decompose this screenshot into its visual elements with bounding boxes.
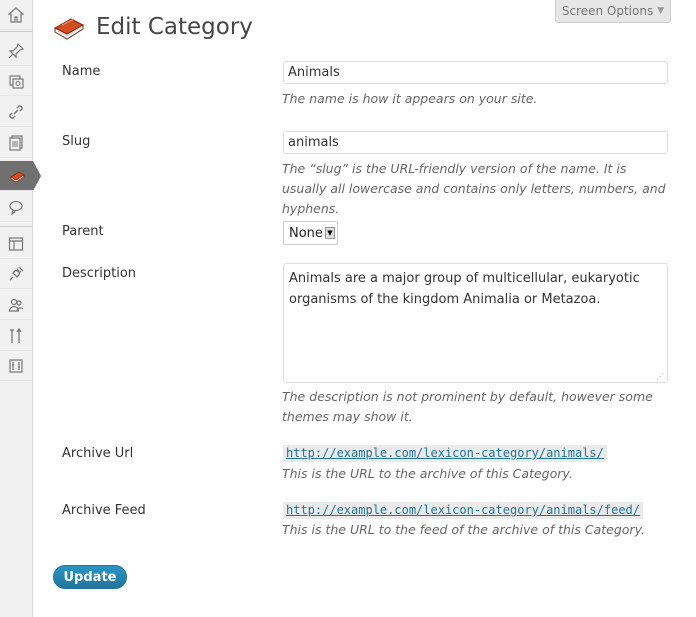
description-help-text: The description is not prominent by defa… [282, 389, 653, 424]
posts-icon[interactable] [0, 36, 32, 66]
settings-icon[interactable] [0, 351, 32, 381]
parent-label: Parent [62, 224, 104, 239]
page-header: Edit Category [52, 12, 253, 42]
pages-icon[interactable] [0, 128, 32, 158]
archive-feed-label: Archive Feed [62, 503, 146, 518]
archive-url-link[interactable]: http://example.com/lexicon-category/anim… [283, 445, 607, 462]
comments-icon[interactable] [0, 192, 32, 222]
appearance-icon[interactable] [0, 229, 32, 259]
parent-select[interactable]: None ▼ [283, 221, 338, 245]
plugins-icon[interactable] [0, 259, 32, 289]
archive-feed-help-text: This is the URL to the feed of the archi… [282, 522, 645, 537]
name-field[interactable] [283, 61, 668, 84]
archive-feed-link[interactable]: http://example.com/lexicon-category/anim… [283, 502, 644, 519]
page-title: Edit Category [96, 14, 253, 40]
chevron-down-icon: ▼ [657, 6, 665, 16]
slug-field[interactable] [283, 131, 668, 154]
media-icon[interactable] [0, 66, 32, 96]
links-icon[interactable] [0, 97, 32, 127]
name-label: Name [62, 64, 101, 79]
name-help-text: The name is how it appears on your site. [282, 91, 538, 106]
users-icon[interactable] [0, 290, 32, 320]
chevron-down-icon: ▼ [325, 227, 335, 239]
resize-handle-icon[interactable]: ⋰ [656, 372, 664, 381]
screen-options-label: Screen Options [561, 4, 654, 18]
admin-sidebar [0, 0, 41, 617]
slug-label: Slug [62, 134, 91, 149]
dashboard-icon[interactable] [0, 0, 32, 30]
slug-help-text: The “slug” is the URL-friendly version o… [282, 161, 666, 216]
lexicon-book-icon[interactable] [0, 161, 41, 191]
update-button[interactable]: Update [53, 565, 127, 589]
screen-options-button[interactable]: Screen Options ▼ [555, 0, 671, 23]
parent-select-value: None [289, 225, 323, 241]
tools-icon[interactable] [0, 321, 32, 351]
lexicon-book-icon [53, 18, 85, 40]
archive-url-help-text: This is the URL to the archive of this C… [282, 466, 573, 481]
description-label: Description [62, 266, 137, 281]
description-textarea[interactable]: Animals are a major group of multicellul… [283, 263, 668, 383]
archive-url-label: Archive Url [62, 446, 134, 461]
